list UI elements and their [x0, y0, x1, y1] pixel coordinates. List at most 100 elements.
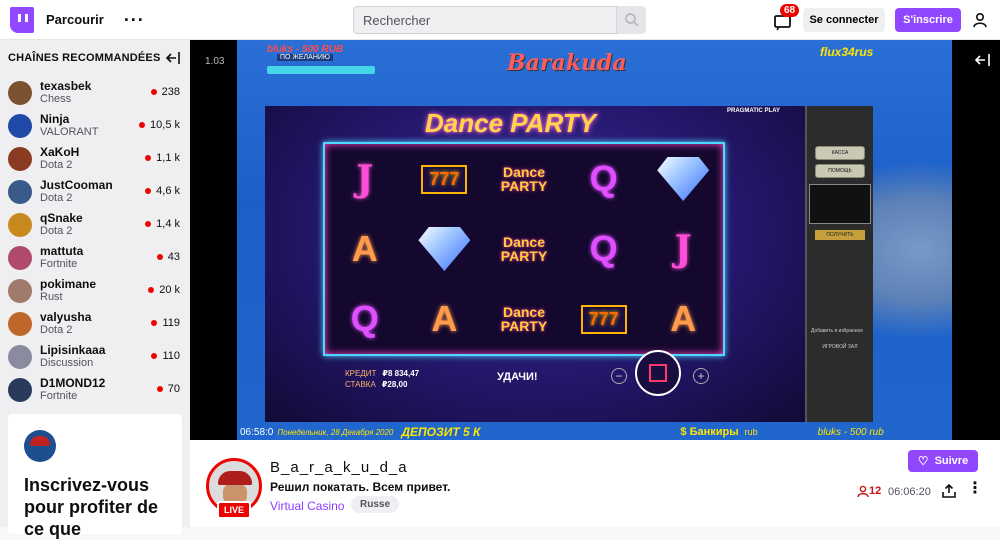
reel-symbol — [643, 144, 723, 214]
channel-viewer-count: 10,5 k — [150, 119, 180, 131]
channel-game: Fortnite — [40, 389, 78, 402]
sidebar-channel-item[interactable]: JustCooman Dota 2 4,6 k — [0, 175, 190, 208]
more-dots-icon[interactable]: ··· — [124, 11, 145, 29]
bonus-image — [809, 184, 871, 224]
channel-game: Discussion — [40, 356, 94, 369]
sidebar-header: CHAÎNES RECOMMANDÉES — [0, 40, 190, 76]
bet-label: СТАВКА — [345, 380, 376, 389]
twitch-logo-icon[interactable] — [10, 6, 34, 33]
channel-avatar — [8, 245, 32, 270]
channel-viewer-count: 43 — [167, 251, 180, 263]
channel-info: Ninja VALORANT — [40, 112, 99, 139]
channel-game: VALORANT — [40, 125, 99, 138]
channel-info: pokimane Rust — [40, 277, 96, 304]
stream-language-tag[interactable]: Russe — [351, 496, 400, 513]
sidebar-channel-item[interactable]: valyusha Dota 2 119 — [0, 307, 190, 340]
channel-avatar — [8, 377, 32, 402]
reel-symbol: A — [351, 228, 378, 269]
channel-name: D1MOND12 — [40, 375, 106, 390]
follow-button[interactable]: ♡ Suivre — [908, 450, 978, 472]
stream-video[interactable]: bluks - 500 RUB ПО ЖЕЛАНИЮ Barakuda flux… — [237, 40, 952, 440]
reel-symbol: J — [356, 158, 374, 200]
sidebar-channel-item[interactable]: qSnake Dota 2 1,4 k — [0, 208, 190, 241]
browse-link[interactable]: Parcourir — [46, 12, 104, 27]
reel-symbol: 777 — [405, 144, 485, 214]
sidebar-channel-item[interactable]: XaKoH Dota 2 1,1 k — [0, 142, 190, 175]
stream-title: Решил покатать. Всем привет. — [270, 480, 451, 494]
channel-name: JustCooman — [40, 177, 113, 192]
overlay-top-right-text: flux34rus — [820, 45, 874, 59]
channel-viewer-count: 4,6 k — [156, 185, 180, 197]
live-dot-icon — [145, 155, 152, 161]
promo-avatar — [24, 430, 56, 462]
live-dot-icon — [150, 89, 157, 95]
channel-viewer-count: 119 — [162, 317, 180, 329]
overlay-progress-bar — [267, 66, 375, 74]
sidebar-channel-item[interactable]: texasbek Chess 238 — [0, 76, 190, 109]
ticker-bluks: bluks - 500 rub — [817, 426, 884, 438]
login-button[interactable]: Se connecter — [803, 8, 885, 32]
ticker-date: Понедельник, 28 Декабря 2020 — [277, 427, 394, 437]
channel-avatar — [8, 344, 32, 369]
dance-party-wild-symbol: Dance PARTY — [500, 304, 548, 334]
sidebar-channel-item[interactable]: mattuta Fortnite 43 — [0, 241, 190, 274]
video-player[interactable]: 1.03 bluks - 500 RUB ПО ЖЕЛАНИЮ Barakuda… — [190, 40, 1000, 440]
ticker-deposit: ДЕПОЗИТ 5 К — [401, 425, 481, 439]
channel-name: valyusha — [40, 309, 92, 324]
expand-chat-icon[interactable] — [974, 54, 990, 66]
channel-game: Dota 2 — [40, 224, 73, 237]
bet-increase-button: + — [693, 368, 709, 384]
channel-viewers: 238 — [150, 86, 180, 98]
ticker-bankers: $ Банкиры — [680, 426, 739, 438]
live-dot-icon — [148, 287, 155, 293]
overlay-ticker: 06:58:0 Понедельник, 28 Декабря 2020 ДЕП… — [237, 424, 952, 440]
stream-info-bar: LIVE B_a_r_a_k_u_d_a Решил покатать. Все… — [190, 440, 1000, 527]
channel-name: Lipisinkaaa — [40, 342, 106, 357]
user-menu-icon[interactable] — [972, 12, 988, 28]
channel-game: Chess — [40, 92, 72, 105]
reel-symbol: Q — [589, 158, 618, 199]
credit-bet-display: КРЕДИТ ₽8 834,47 СТАВКА ₽28,00 — [345, 368, 419, 390]
share-icon[interactable] — [942, 484, 956, 498]
signup-button[interactable]: S'inscrire — [895, 8, 961, 32]
search-button[interactable] — [617, 6, 646, 34]
reel-symbol: Dance PARTY — [484, 144, 564, 214]
collapse-sidebar-icon[interactable] — [166, 52, 180, 64]
channel-name: XaKoH — [40, 144, 80, 159]
more-options-icon[interactable]: ⋮ — [967, 481, 983, 497]
channel-avatar — [8, 113, 32, 138]
sidebar-channel-item[interactable]: Ninja VALORANT 10,5 k — [0, 109, 190, 142]
live-dot-icon — [151, 320, 158, 326]
stream-category-link[interactable]: Virtual Casino — [270, 499, 344, 513]
channel-viewers: 110 — [151, 350, 180, 362]
channel-viewers: 4,6 k — [145, 185, 180, 197]
channel-avatar — [8, 80, 32, 105]
sidebar-channel-item[interactable]: D1MOND12 Fortnite 70 — [0, 373, 190, 406]
live-dot-icon — [151, 353, 158, 359]
live-dot-icon — [145, 221, 152, 227]
channel-name: texasbek — [40, 78, 92, 93]
channel-avatar — [8, 278, 32, 303]
provider-label: PRAGMATIC PLAY — [727, 108, 781, 114]
slot-game-title: Dance PARTY — [425, 108, 596, 138]
channel-avatar — [8, 212, 32, 237]
channel-viewers: 119 — [151, 317, 180, 329]
live-dot-icon — [145, 188, 152, 194]
channel-name[interactable]: B_a_r_a_k_u_d_a — [270, 459, 408, 476]
channel-info: mattuta Fortnite — [40, 243, 84, 271]
channel-name: qSnake — [40, 210, 83, 225]
viewers-icon — [857, 485, 869, 497]
channel-game: Dota 2 — [40, 158, 73, 171]
channel-info: texasbek Chess — [40, 78, 92, 106]
live-dot-icon — [139, 122, 146, 128]
sidebar-heading: CHAÎNES RECOMMANDÉES — [8, 52, 161, 64]
channel-name: mattuta — [40, 243, 84, 258]
channel-info: qSnake Dota 2 — [40, 210, 83, 238]
search-input[interactable] — [353, 6, 617, 34]
sidebar-channel-item[interactable]: pokimane Rust 20 k — [0, 274, 190, 307]
sidebar-channel-item[interactable]: Lipisinkaaa Discussion 110 — [0, 340, 190, 373]
channel-viewers: 1,1 k — [145, 152, 180, 164]
channel-info: XaKoH Dota 2 — [40, 144, 80, 172]
channel-viewers: 10,5 k — [139, 119, 180, 131]
overlay-channel-title: Barakuda — [507, 50, 627, 76]
